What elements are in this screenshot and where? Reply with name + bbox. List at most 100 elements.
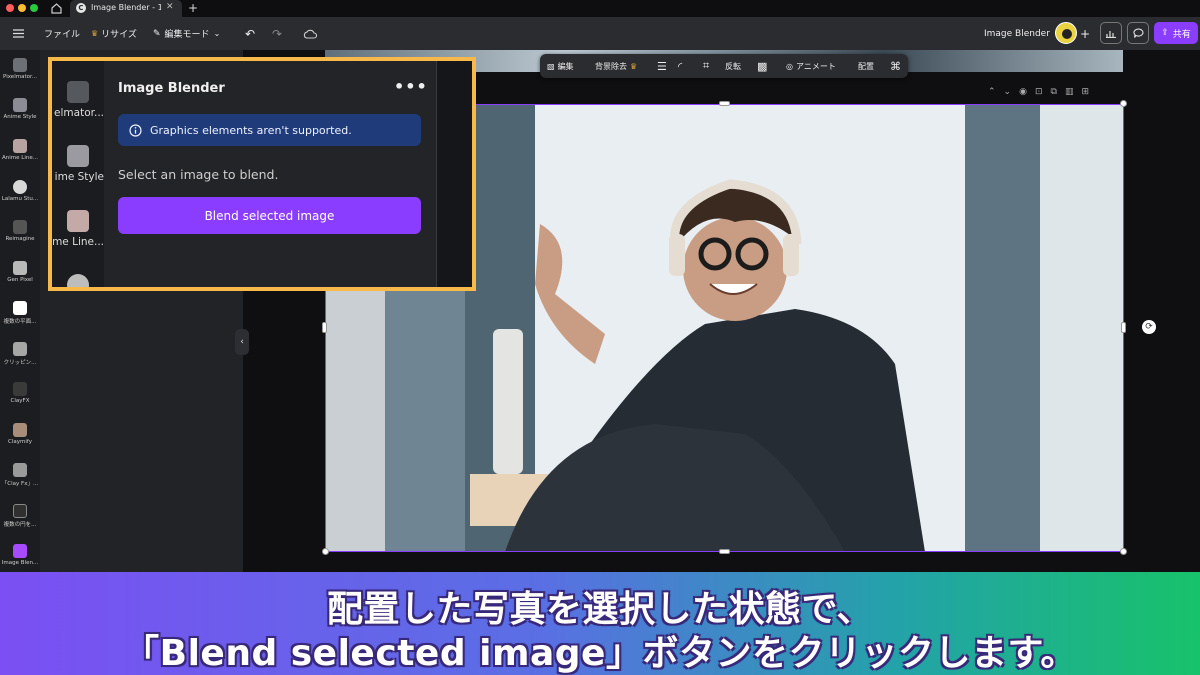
app-label: Claymify	[8, 439, 32, 445]
minimize-window-button[interactable]	[18, 4, 26, 12]
image-blender-panel: Image Blender ••• Graphics elements aren…	[104, 61, 436, 287]
app-label: Anime Line...	[2, 155, 38, 161]
app-thumbnail	[13, 342, 27, 356]
border-style-icon[interactable]: ☰	[657, 54, 667, 78]
blend-selected-image-button[interactable]: Blend selected image	[118, 197, 421, 234]
duplicate-page-icon[interactable]: ⧉	[1051, 87, 1057, 99]
comment-icon[interactable]	[1127, 22, 1149, 44]
home-icon[interactable]	[50, 2, 63, 15]
resize-handle-bottom[interactable]	[719, 549, 730, 554]
sidebar-app[interactable]: me Line...	[52, 210, 104, 248]
callout-app-list: elmator... ime Style me Line...	[52, 61, 104, 287]
notice-text: Graphics elements aren't supported.	[150, 123, 352, 137]
sidebar-app[interactable]: Anime Line...	[0, 139, 40, 161]
sidebar-app[interactable]: Reimagine	[0, 220, 40, 242]
cloud-save-icon[interactable]	[303, 17, 317, 50]
sidebar-app-image-blender[interactable]: Image Blen...	[0, 544, 40, 566]
browser-tab[interactable]: C Image Blender - 19... ✕	[70, 0, 182, 17]
select-hint: Select an image to blend.	[118, 167, 279, 182]
collapse-panel-button[interactable]: ‹	[235, 329, 249, 355]
arrange-button[interactable]: 配置	[858, 54, 874, 78]
tab-close-icon[interactable]: ✕	[166, 2, 174, 12]
chevron-down-icon[interactable]: ⌄	[1004, 87, 1012, 99]
app-label: me Line...	[52, 236, 104, 248]
app-label: クリッピン...	[3, 360, 37, 366]
sidebar-app[interactable]: 複数の平面...	[0, 301, 40, 325]
app-label: 「Clay Fx」...	[1, 481, 39, 487]
animate-button[interactable]: ◎ アニメート	[786, 54, 836, 78]
crown-icon: ♛	[630, 61, 638, 71]
share-label: 共有	[1172, 29, 1191, 40]
sidebar-app[interactable]: Gen Pixel	[0, 261, 40, 283]
document-title[interactable]: Image Blender	[984, 17, 1050, 50]
new-tab-icon[interactable]: +	[188, 1, 198, 15]
share-button[interactable]: ⇪ 共有	[1154, 22, 1198, 44]
close-window-button[interactable]	[6, 4, 14, 12]
bg-remove-button[interactable]: 背景除去 ♛	[595, 54, 637, 78]
sidebar-app[interactable]: Lalamu Stu...	[0, 180, 40, 202]
more-options-icon[interactable]: •••	[394, 79, 428, 95]
sidebar-app[interactable]: Anime Style	[0, 98, 40, 120]
resize-handle-top[interactable]	[719, 101, 730, 106]
paint-format-icon[interactable]: ⌘	[890, 54, 901, 78]
sidebar-app[interactable]: elmator...	[52, 81, 104, 119]
undo-icon[interactable]: ↶	[245, 17, 255, 50]
chevron-down-icon: ⌄	[213, 29, 221, 38]
app-thumbnail	[67, 81, 89, 103]
app-label: ClayFX	[10, 398, 30, 404]
crop-icon[interactable]: ⌗	[703, 54, 709, 78]
browser-tab-bar: C Image Blender - 19... ✕ +	[0, 0, 1200, 17]
hamburger-icon[interactable]	[13, 17, 24, 50]
app-thumbnail	[13, 463, 27, 477]
animate-icon: ◎	[786, 61, 793, 71]
app-thumbnail	[13, 220, 27, 234]
delete-page-icon[interactable]: ▥	[1065, 87, 1074, 99]
app-thumbnail	[13, 504, 27, 518]
image-icon: ▧	[547, 61, 555, 71]
redo-icon[interactable]: ↷	[272, 17, 282, 50]
sidebar-app[interactable]: Claymify	[0, 423, 40, 445]
sidebar-app[interactable]: クリッピン...	[0, 342, 40, 366]
app-thumbnail	[13, 301, 27, 315]
sidebar-app[interactable]	[52, 274, 104, 287]
canva-favicon-icon: C	[76, 3, 86, 13]
hide-page-icon[interactable]: ◉	[1019, 87, 1027, 99]
add-collaborator-icon[interactable]: +	[1080, 17, 1090, 50]
user-avatar[interactable]	[1055, 22, 1077, 44]
sidebar-app[interactable]: ime Style	[52, 145, 104, 183]
resize-handle-left[interactable]	[322, 322, 327, 333]
lock-icon[interactable]: ⊡	[1035, 87, 1043, 99]
tab-title: Image Blender - 19...	[91, 3, 161, 12]
pencil-icon: ✎	[153, 28, 161, 39]
image-context-toolbar: ▧ 編集 背景除去 ♛ ☰ ◜ ⌗ 反転 ▩ ◎ アニメート 配置 ⌘	[540, 54, 908, 78]
corner-rounding-icon[interactable]: ◜	[678, 54, 682, 78]
insights-chart-icon[interactable]	[1100, 22, 1122, 44]
sidebar-app[interactable]: 複数の円を...	[0, 504, 40, 528]
app-thumbnail	[13, 382, 27, 396]
animate-label: アニメート	[795, 61, 836, 71]
resize-handle-top-right[interactable]	[1120, 100, 1127, 107]
sidebar-app[interactable]: 「Clay Fx」...	[0, 463, 40, 487]
app-thumbnail	[67, 274, 89, 287]
subtitle-line-2: 「Blend selected image」ボタンをクリックします。	[123, 633, 1077, 674]
app-label: Reimagine	[5, 236, 35, 242]
edit-image-button[interactable]: ▧ 編集	[547, 54, 574, 78]
edit-image-label: 編集	[557, 61, 574, 71]
resize-menu[interactable]: ♛ リサイズ	[91, 17, 137, 50]
chevron-left-icon: ‹	[240, 337, 244, 347]
resize-handle-bottom-left[interactable]	[322, 548, 329, 555]
file-menu[interactable]: ファイル	[44, 17, 80, 50]
resize-handle-bottom-right[interactable]	[1120, 548, 1127, 555]
app-thumbnail	[13, 544, 27, 558]
add-page-icon[interactable]: ⊞	[1081, 87, 1089, 99]
resize-handle-right[interactable]	[1121, 322, 1126, 333]
sidebar-app[interactable]: ClayFX	[0, 382, 40, 404]
flip-button[interactable]: 反転	[725, 54, 741, 78]
highlight-callout: elmator... ime Style me Line... Image Bl…	[48, 57, 476, 291]
chevron-up-icon[interactable]: ⌃	[988, 87, 996, 99]
sidebar-app[interactable]: Pixelmator...	[0, 58, 40, 80]
edit-mode-menu[interactable]: ✎ 編集モード ⌄	[153, 17, 220, 50]
transparency-icon[interactable]: ▩	[757, 54, 767, 78]
rotate-icon[interactable]: ⟳	[1142, 320, 1156, 334]
maximize-window-button[interactable]	[30, 4, 38, 12]
